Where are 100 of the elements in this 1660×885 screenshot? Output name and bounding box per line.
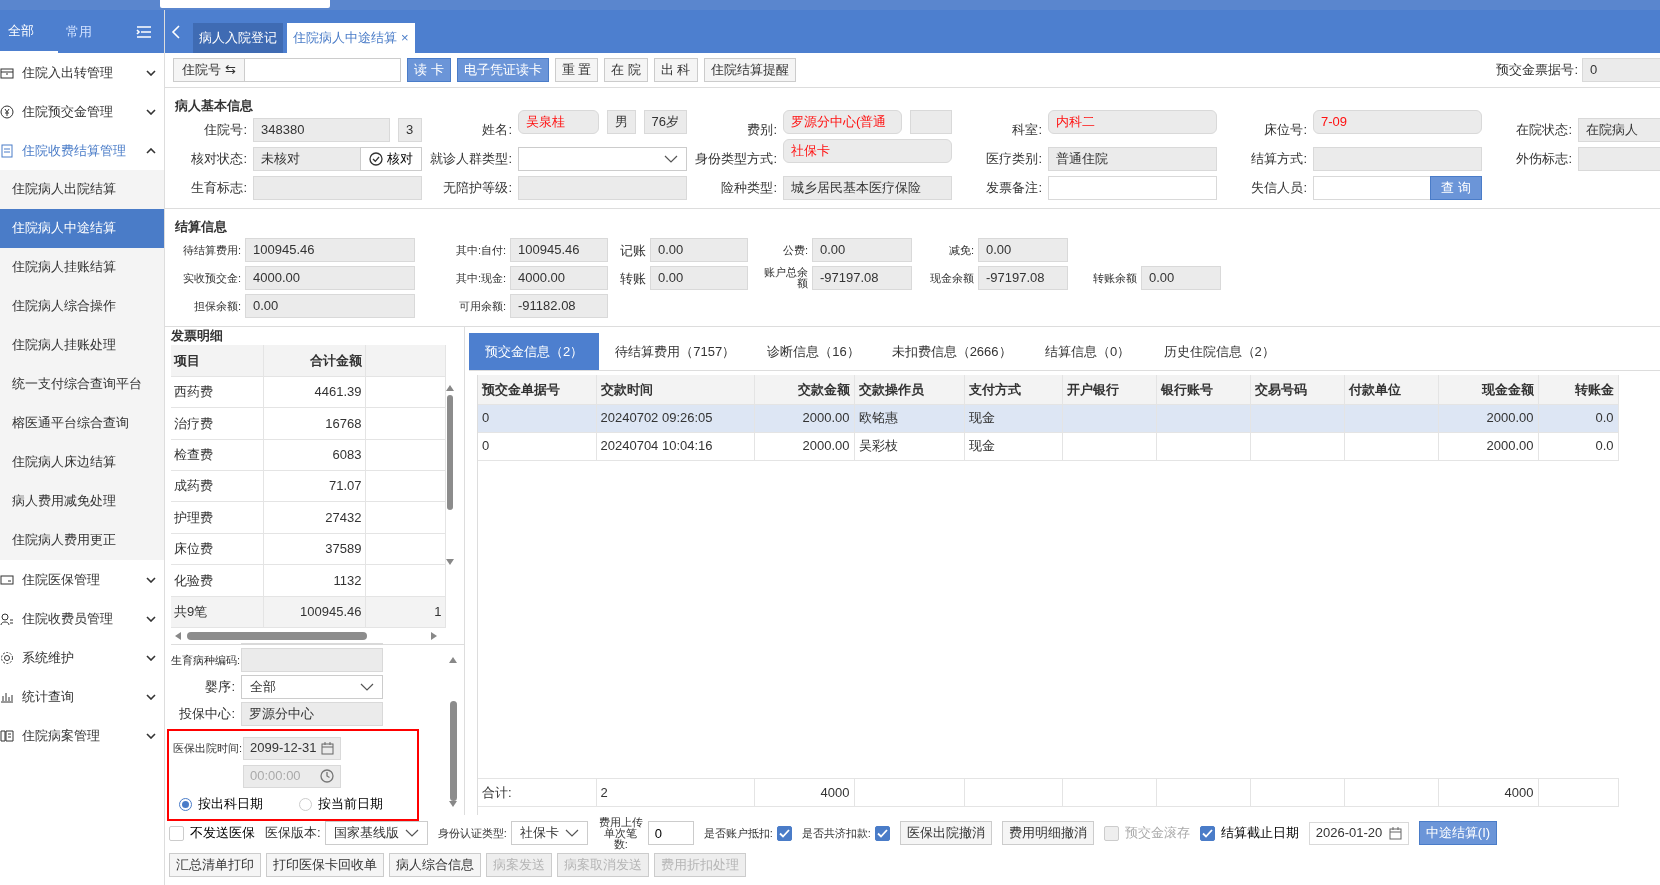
scroll-up-icon[interactable] [449,657,457,663]
close-button[interactable]: × [401,28,409,48]
toolbar-button[interactable]: 住院结算提醒 [703,58,796,82]
toolbar-button[interactable]: 重 置 [554,58,599,82]
checkbox[interactable] [874,825,890,841]
field[interactable]: 100945.46 [245,238,415,262]
sidebar-item[interactable]: 系统维护 [0,638,164,677]
sidebar-subitem[interactable]: 住院病人挂账结算 [0,248,164,287]
select-field[interactable] [518,146,687,171]
checkbox[interactable] [776,825,792,841]
table-row[interactable]: 0 20240702 09:26:05 2000.00 欧铭惠 现金 2000.00 0.0 [478,404,1618,432]
menu-icon[interactable] [136,24,152,39]
action-button[interactable]: 汇总清单打印 [169,853,261,877]
field[interactable]: 348380 [253,117,390,142]
field-label: 预交金票据号: [1496,61,1578,80]
field[interactable]: -97197.08 [812,266,912,290]
field-label: 科室: [1011,120,1043,139]
field[interactable]: 男 [606,109,636,134]
field[interactable] [253,175,422,200]
detail-tab[interactable]: 待结算费用（7157） [599,333,752,370]
sidebar-subitem[interactable]: 住院病人综合操作 [0,287,164,326]
field[interactable] [241,648,383,672]
input-field[interactable] [1048,175,1217,200]
id-search-field[interactable]: 住院号 ⇆ [173,58,401,82]
detail-tab[interactable]: 诊断信息（16） [751,333,876,370]
detail-tab[interactable]: 结算信息（0） [1027,333,1148,370]
detail-tab[interactable]: 历史住院信息（2） [1147,333,1291,370]
scroll-up-icon[interactable] [445,385,454,391]
input-field[interactable] [1313,175,1432,200]
sidebar-item[interactable]: 住院收费员管理 [0,599,164,638]
field[interactable]: 3 [398,117,422,142]
checkbox[interactable]: 不发送医保 [169,823,255,843]
sidebar-item[interactable]: 住院预交金管理 [0,92,164,131]
radio-option[interactable]: 按当前日期 [299,794,383,814]
sidebar-tab[interactable]: 全部 [0,10,58,53]
select-field[interactable]: 全部 [241,675,383,699]
field[interactable]: 在院病人 [1578,117,1660,142]
field[interactable]: 城乡居民基本医疗保险 [783,175,952,200]
page-tab[interactable]: 病人入院登记 [193,23,283,53]
action-button[interactable]: 医保出院撤消 [899,821,992,845]
select-field[interactable]: 社保卡 [510,821,588,845]
field[interactable]: 4000.00 [245,266,415,290]
table-cell: 现金 [964,432,1062,460]
radio-option[interactable]: 按出科日期 [179,794,263,814]
field[interactable]: 4000.00 [510,266,608,290]
field[interactable] [910,109,952,134]
sidebar-subitem[interactable]: 住院病人中途结算 [0,209,164,248]
sidebar-subitem[interactable]: 病人费用减免处理 [0,482,164,521]
date-field[interactable]: 2099-12-31 [243,736,341,760]
table-cell: 0 [478,404,596,432]
sidebar-subitem[interactable]: 住院病人床边结算 [0,443,164,482]
field[interactable]: 普通住院 [1048,146,1217,171]
field[interactable]: 0.00 [245,294,415,318]
detail-tab[interactable]: 预交金信息（2） [469,333,600,370]
field[interactable]: -91182.08 [510,294,608,318]
input-field[interactable]: 0 [647,821,694,845]
scroll-left-icon[interactable] [175,632,181,640]
action-button[interactable]: 病人综合信息 [389,853,481,877]
sidebar-subitem[interactable]: 榕医通平台综合查询 [0,404,164,443]
search-field[interactable] [160,0,330,8]
sidebar-subitem[interactable]: 统一支付综合查询平台 [0,365,164,404]
action-button[interactable]: 费用明细撤消 [1001,821,1094,845]
page-tab[interactable]: 住院病人中途结算 × [287,23,415,53]
field[interactable]: 76岁 [643,109,687,134]
table-cell: 共9笔 [171,596,263,628]
table-cell: 治疗费 [171,407,263,440]
sidebar-item[interactable]: 住院入出转管理 [0,53,164,92]
sidebar-subitem[interactable]: 住院病人费用更正 [0,521,164,560]
select-field[interactable]: 国家基线版 [324,821,428,845]
field[interactable]: 100945.46 [510,238,608,262]
sidebar-item[interactable]: 住院病案管理 [0,716,164,755]
detail-tab[interactable]: 未扣费信息（2666） [875,333,1028,370]
sidebar-item[interactable]: 住院收费结算管理 [0,131,164,170]
field[interactable]: 0.00 [1141,266,1221,290]
field-label: 医保版本: [265,824,321,843]
checkbox[interactable]: 结算截止日期 [1199,823,1299,843]
field[interactable] [1313,146,1482,171]
sidebar-subitem[interactable]: 住院病人出院结算 [0,170,164,209]
action-button[interactable]: 打印医保卡回收单 [266,853,384,877]
field[interactable]: 罗源分中心 [241,702,383,726]
field-label: 发票备注: [985,178,1043,197]
toolbar-button[interactable]: 出 科 [653,58,698,82]
sidebar-item[interactable]: 统计查询 [0,677,164,716]
field[interactable] [518,175,687,200]
field[interactable]: 0.00 [650,266,748,290]
toolbar-button[interactable]: 在 院 [604,58,648,82]
receipt-field[interactable]: 0 [1582,58,1660,82]
field[interactable]: 0.00 [812,238,912,262]
sidebar-item[interactable]: 住院医保管理 [0,560,164,599]
table-row[interactable]: 0 20240704 10:04:16 2000.00 吴彩枝 现金 2000.00 0.0 [478,432,1618,460]
date-field[interactable]: 2026-01-20 [1308,821,1409,845]
back-icon[interactable] [171,24,181,39]
field[interactable]: 未核对 [253,146,361,171]
scroll-right-icon[interactable] [431,632,437,640]
field[interactable]: -97197.08 [978,266,1068,290]
scroll-down-icon[interactable] [445,559,454,565]
field[interactable]: 0.00 [978,238,1068,262]
check-button[interactable]: 核对 [360,146,422,171]
sidebar-subitem[interactable]: 住院病人挂账处理 [0,326,164,365]
field[interactable]: 0.00 [650,238,748,262]
